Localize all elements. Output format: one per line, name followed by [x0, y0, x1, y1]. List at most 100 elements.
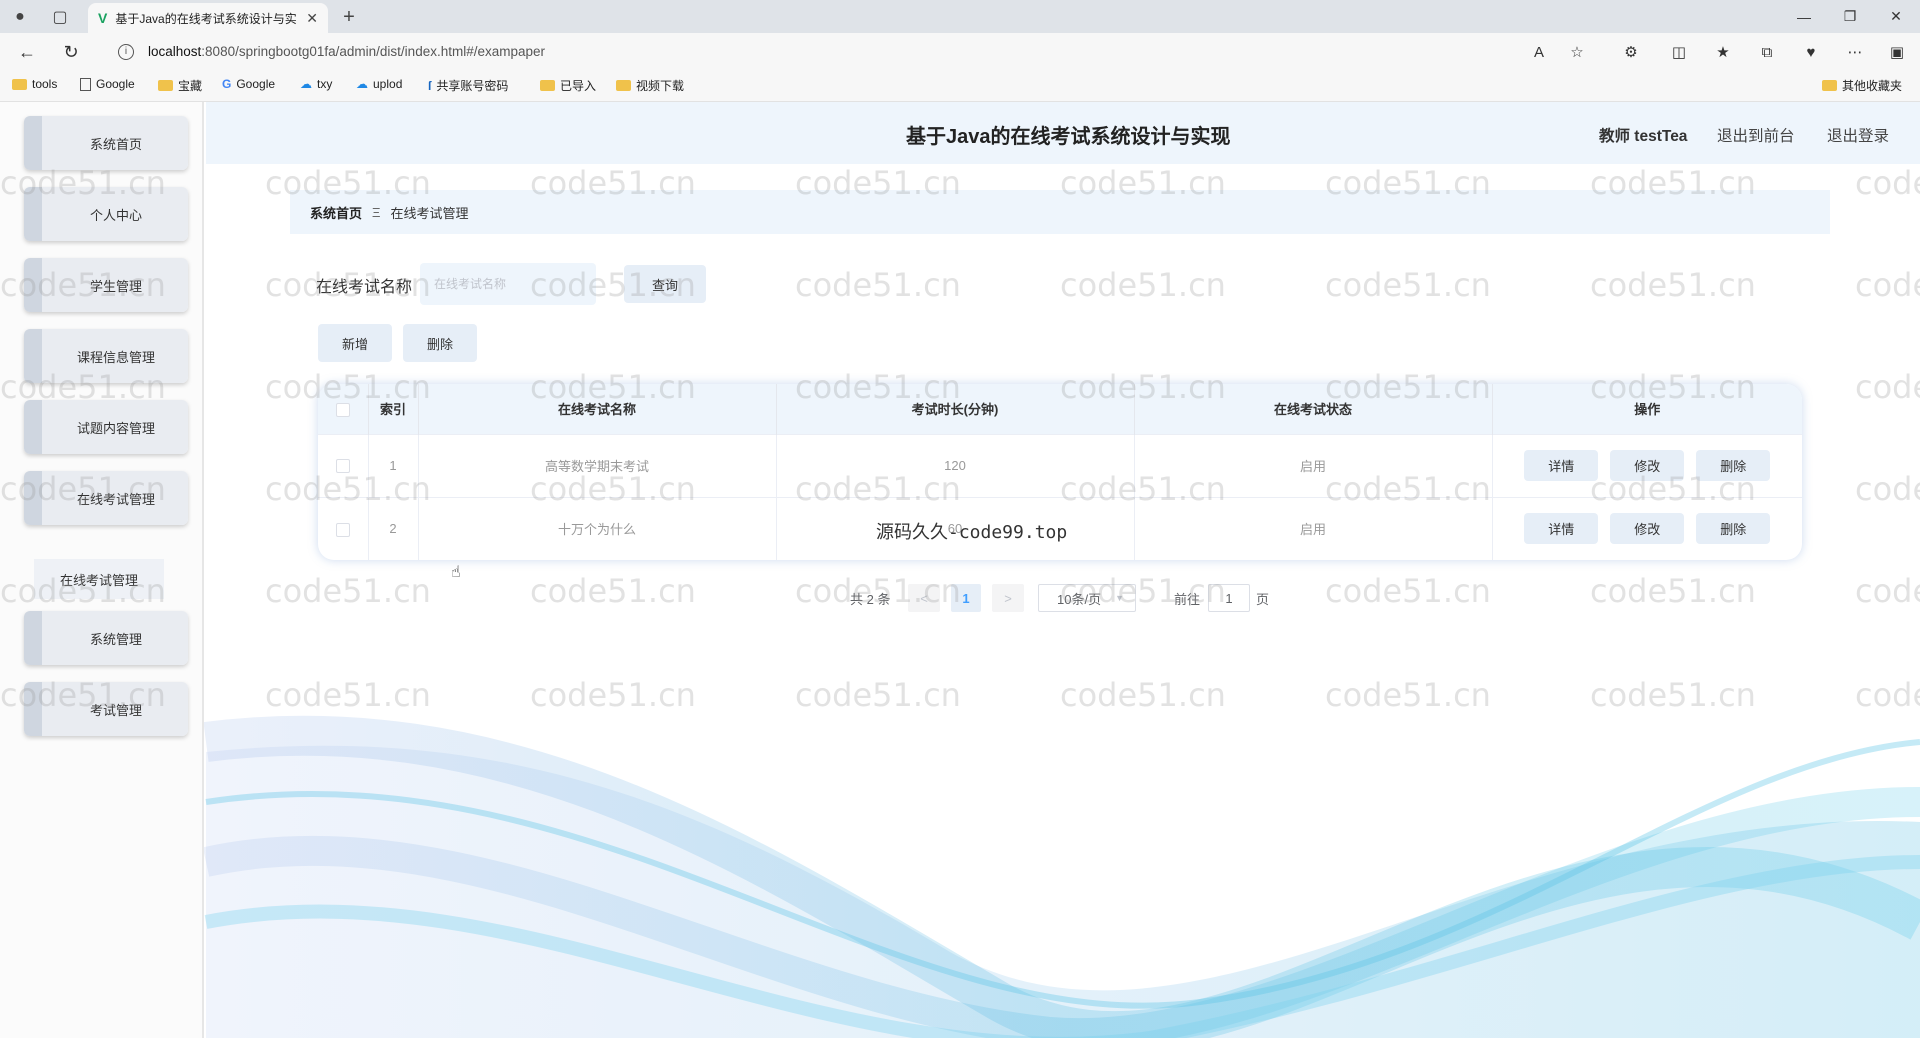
- bookmark-label: 视频下载: [636, 79, 685, 93]
- page-number-1[interactable]: 1: [951, 584, 981, 612]
- column-header: 在线考试名称: [418, 384, 777, 434]
- column-header: 索引: [368, 384, 419, 434]
- sidebar-item-profile[interactable]: 个人中心: [24, 187, 188, 241]
- row-checkbox[interactable]: [335, 522, 350, 537]
- browser-tab[interactable]: V 基于Java的在线考试系统设计与实 ✕: [88, 3, 328, 33]
- app-page: 系统首页 个人中心 学生管理 课程信息管理 试题内容管理 在线考试管理 在线考试…: [0, 102, 1920, 1038]
- extensions-icon[interactable]: ⚙: [1618, 39, 1644, 65]
- back-icon[interactable]: ←: [14, 39, 40, 65]
- url-host: localhost: [148, 44, 202, 59]
- favorite-star-icon[interactable]: ☆: [1564, 39, 1590, 65]
- close-tab-icon[interactable]: ✕: [306, 10, 318, 27]
- bookmark-label: uplod: [373, 77, 403, 91]
- sidebar-item-system[interactable]: 系统管理: [24, 611, 188, 665]
- breadcrumb-separator: Ξ: [372, 204, 381, 220]
- cell-status: 启用: [1134, 433, 1493, 497]
- table-row: 1 高等数学期末考试 120 启用 详情 修改 删除: [318, 433, 1802, 497]
- page-size-select[interactable]: 10条/页 ▼: [1038, 584, 1136, 612]
- breadcrumb: 系统首页 Ξ 在线考试管理: [290, 190, 1830, 234]
- bookmark-shared-accounts[interactable]: ſ 共享账号密码: [428, 77, 508, 94]
- folder-icon: [540, 80, 555, 91]
- page-size-value: 10条/页: [1057, 591, 1102, 607]
- collections-icon[interactable]: ⧉: [1754, 39, 1780, 65]
- prev-page-button[interactable]: <: [908, 584, 940, 612]
- bookmark-uplod[interactable]: ☁ uplod: [356, 77, 402, 91]
- bookmark-label: tools: [32, 77, 58, 91]
- wave-background: [202, 715, 1920, 1038]
- bookmarks-bar: tools Google 宝藏 G Google ☁ txy ☁ uplod ſ 共享账…: [0, 69, 1920, 102]
- read-aloud-icon[interactable]: A: [1526, 39, 1552, 65]
- cell-actions: 详情 修改 删除: [1492, 496, 1802, 560]
- folder-icon: [158, 80, 173, 91]
- bookmark-txy[interactable]: ☁ txy: [300, 77, 332, 91]
- submenu-online-exams[interactable]: 在线考试管理: [34, 559, 164, 599]
- back-to-front-link[interactable]: 退出到前台: [1717, 124, 1795, 146]
- url-path: :8080/springbootg01fa/admin/dist/index.h…: [201, 44, 546, 59]
- browser-essentials-icon[interactable]: ♥: [1798, 39, 1824, 65]
- bookmark-google[interactable]: G Google: [222, 77, 275, 91]
- overlay-watermark: 源码久久-code99.top: [876, 522, 1068, 543]
- edit-button[interactable]: 修改: [1610, 450, 1685, 481]
- cell-actions: 详情 修改 删除: [1492, 433, 1802, 497]
- sidebar-item-exams[interactable]: 考试管理: [24, 682, 188, 736]
- logout-link[interactable]: 退出登录: [1827, 124, 1889, 146]
- url-field[interactable]: i localhost:8080/springbootg01fa/admin/d…: [108, 38, 1618, 65]
- edit-button[interactable]: 修改: [1610, 513, 1685, 545]
- detail-button[interactable]: 详情: [1524, 450, 1599, 481]
- column-header: 操作: [1492, 384, 1802, 434]
- search-input[interactable]: [420, 263, 596, 305]
- goto-page-input[interactable]: 1: [1208, 584, 1250, 612]
- column-header: 考试时长(分钟): [776, 384, 1135, 434]
- more-menu-icon[interactable]: ⋯: [1842, 39, 1868, 65]
- query-button[interactable]: 查询: [624, 265, 706, 303]
- upload-icon: ☁: [356, 77, 368, 91]
- profile-icon[interactable]: ●: [8, 5, 32, 29]
- bookmark-label: 其他收藏夹: [1842, 79, 1903, 93]
- sidebar-item-courses[interactable]: 课程信息管理: [24, 329, 188, 383]
- bookmark-google-page[interactable]: Google: [80, 77, 135, 91]
- bookmark-label: 宝藏: [178, 79, 203, 93]
- new-tab-icon[interactable]: +: [336, 4, 362, 30]
- bookmark-video-download[interactable]: 视频下载: [616, 77, 684, 94]
- split-screen-icon[interactable]: ◫: [1666, 39, 1692, 65]
- pagination-total: 共 2 条: [850, 591, 891, 607]
- row-delete-button[interactable]: 删除: [1696, 513, 1771, 545]
- table-header-row: 索引 在线考试名称 考试时长(分钟) 在线考试状态 操作: [318, 384, 1802, 434]
- current-user: 教师 testTea: [1599, 128, 1688, 145]
- row-delete-button[interactable]: 删除: [1696, 450, 1771, 481]
- tab-actions-icon[interactable]: ▢: [48, 5, 72, 29]
- restore-icon[interactable]: ❐: [1830, 0, 1870, 33]
- bookmark-tools[interactable]: tools: [12, 77, 57, 91]
- cell-status: 启用: [1134, 496, 1493, 560]
- delete-button[interactable]: 删除: [403, 324, 477, 362]
- site-info-icon[interactable]: i: [118, 43, 134, 60]
- share-icon: ſ: [428, 78, 432, 93]
- site-title: 基于Java的在线考试系统设计与实现: [906, 126, 1231, 148]
- search-label: 在线考试名称: [316, 279, 413, 296]
- sidebar-item-online-exams[interactable]: 在线考试管理: [24, 471, 188, 525]
- detail-button[interactable]: 详情: [1524, 513, 1599, 545]
- select-all-checkbox[interactable]: [335, 402, 350, 417]
- cell-exam-name: 十万个为什么: [418, 496, 777, 560]
- next-page-button[interactable]: >: [992, 584, 1024, 612]
- bookmark-other[interactable]: 其他收藏夹: [1822, 77, 1902, 94]
- app-header: 基于Java的在线考试系统设计与实现 教师 testTea 退出到前台 退出登录: [206, 102, 1920, 164]
- row-select-cell: [318, 496, 369, 560]
- row-checkbox[interactable]: [335, 459, 350, 474]
- cloud-icon: ☁: [300, 77, 312, 91]
- bookmark-imported[interactable]: 已导入: [540, 77, 596, 94]
- page-icon: [80, 77, 91, 91]
- bookmark-label: Google: [96, 77, 135, 91]
- minimize-icon[interactable]: —: [1784, 0, 1824, 33]
- breadcrumb-home[interactable]: 系统首页: [310, 203, 362, 222]
- close-window-icon[interactable]: ✕: [1876, 0, 1916, 33]
- favorites-icon[interactable]: ★: [1710, 39, 1736, 65]
- bookmark-treasure[interactable]: 宝藏: [158, 77, 202, 94]
- folder-icon: [616, 80, 631, 91]
- add-button[interactable]: 新增: [318, 324, 392, 362]
- sidebar-item-questions[interactable]: 试题内容管理: [24, 400, 188, 454]
- reload-icon[interactable]: ↻: [58, 39, 84, 65]
- sidebar-item-students[interactable]: 学生管理: [24, 258, 188, 312]
- sidebar-item-home[interactable]: 系统首页: [24, 116, 188, 170]
- sidebar-toggle-icon[interactable]: ▣: [1884, 39, 1910, 65]
